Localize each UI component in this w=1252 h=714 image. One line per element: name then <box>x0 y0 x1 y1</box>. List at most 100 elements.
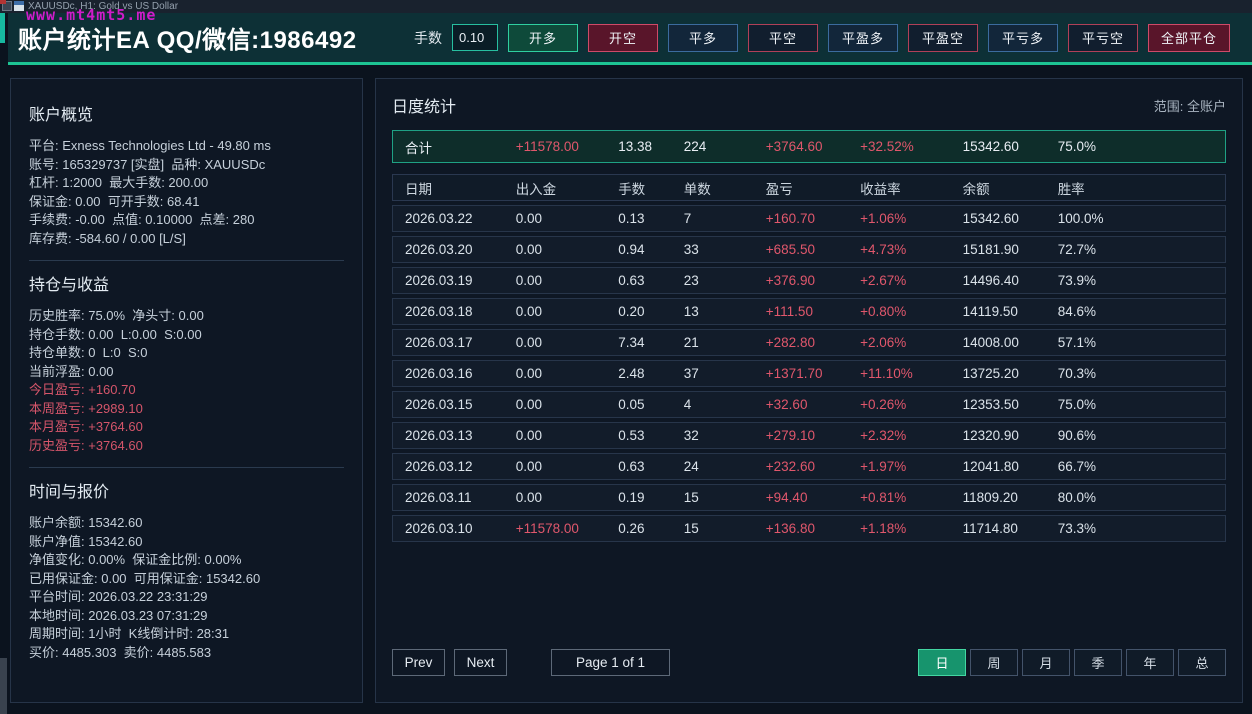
table-cell: 15181.90 <box>963 242 1058 257</box>
chart-edge-artifact <box>0 0 6 4</box>
prev-page-button[interactable]: Prev <box>392 649 445 676</box>
table-row[interactable]: 2026.03.150.000.054+32.60+0.26%12353.507… <box>392 391 1226 418</box>
close-loss-short-button[interactable]: 平亏空 <box>1068 24 1138 52</box>
table-cell: 0.20 <box>618 304 684 319</box>
table-cell: 0.00 <box>516 490 619 505</box>
info-line: 杠杆: 1:2000 最大手数: 200.00 <box>29 174 344 193</box>
table-row[interactable]: 2026.03.120.000.6324+232.60+1.97%12041.8… <box>392 453 1226 480</box>
table-row[interactable]: 2026.03.190.000.6323+376.90+2.67%14496.4… <box>392 267 1226 294</box>
lots-input[interactable] <box>452 24 498 51</box>
column-header: 手数 <box>618 178 684 198</box>
table-cell: 0.00 <box>516 242 619 257</box>
divider <box>29 467 344 468</box>
info-line: 手续费: -0.00 点值: 0.10000 点差: 280 <box>29 211 344 230</box>
table-cell: 7 <box>684 211 766 226</box>
close-long-button[interactable]: 平多 <box>668 24 738 52</box>
next-page-button[interactable]: Next <box>454 649 507 676</box>
table-cell: 0.00 <box>516 459 619 474</box>
table-cell: 2026.03.18 <box>405 304 516 319</box>
table-cell: 11714.80 <box>963 521 1058 536</box>
table-cell: 0.00 <box>516 211 619 226</box>
tab-week[interactable]: 周 <box>970 649 1018 676</box>
summary-cell: 13.38 <box>618 139 684 154</box>
close-loss-long-button[interactable]: 平亏多 <box>988 24 1058 52</box>
time-quote-lines: 账户余额: 15342.60账户净值: 15342.60净值变化: 0.00% … <box>29 514 344 662</box>
table-cell: +160.70 <box>766 211 860 226</box>
daily-stats-header: 日度统计 范围: 全账户 <box>392 93 1226 117</box>
table-row[interactable]: 2026.03.130.000.5332+279.10+2.32%12320.9… <box>392 422 1226 449</box>
table-cell: 2026.03.11 <box>405 490 516 505</box>
info-line: 平台时间: 2026.03.22 23:31:29 <box>29 588 344 607</box>
close-short-button[interactable]: 平空 <box>748 24 818 52</box>
period-tabs-group: 日周月季年总 <box>918 649 1226 676</box>
tab-year[interactable]: 年 <box>1126 649 1174 676</box>
positions-lines: 历史胜率: 75.0% 净头寸: 0.00持仓手数: 0.00 L:0.00 S… <box>29 307 344 381</box>
tab-day[interactable]: 日 <box>918 649 966 676</box>
column-header: 收益率 <box>860 178 963 198</box>
table-cell: 0.53 <box>618 428 684 443</box>
table-row[interactable]: 2026.03.200.000.9433+685.50+4.73%15181.9… <box>392 236 1226 263</box>
chart-candle-artifact <box>0 13 5 43</box>
pnl-line: 历史盈亏: +3764.60 <box>29 437 344 456</box>
table-cell: +1371.70 <box>766 366 860 381</box>
table-cell: 14496.40 <box>963 273 1058 288</box>
table-cell: 0.19 <box>618 490 684 505</box>
summary-cell: 15342.60 <box>963 139 1058 154</box>
table-cell: +111.50 <box>766 304 860 319</box>
table-row[interactable]: 2026.03.10+11578.000.2615+136.80+1.18%11… <box>392 515 1226 542</box>
pnl-lines: 今日盈亏: +160.70本周盈亏: +2989.10本月盈亏: +3764.6… <box>29 381 344 455</box>
table-row[interactable]: 2026.03.160.002.4837+1371.70+11.10%13725… <box>392 360 1226 387</box>
table-cell: 0.05 <box>618 397 684 412</box>
daily-stats-panel: 日度统计 范围: 全账户 合计 +11578.00 13.38224+3764.60… <box>375 78 1243 703</box>
table-cell: 32 <box>684 428 766 443</box>
lots-label: 手数 <box>414 28 442 48</box>
open-short-button[interactable]: 开空 <box>588 24 658 52</box>
table-row[interactable]: 2026.03.170.007.3421+282.80+2.06%14008.0… <box>392 329 1226 356</box>
watermark-url: www.mt4mt5.me <box>26 6 156 24</box>
table-row[interactable]: 2026.03.180.000.2013+111.50+0.80%14119.5… <box>392 298 1226 325</box>
table-cell: 37 <box>684 366 766 381</box>
table-row[interactable]: 2026.03.110.000.1915+94.40+0.81%11809.20… <box>392 484 1226 511</box>
table-cell: +282.80 <box>766 335 860 350</box>
section-title-positions: 持仓与收益 <box>29 271 344 295</box>
summary-cell: +3764.60 <box>766 139 860 154</box>
table-cell: 73.9% <box>1058 273 1225 288</box>
table-cell: 0.00 <box>516 397 619 412</box>
table-cell: +2.32% <box>860 428 963 443</box>
summary-cell: 合计 <box>405 137 516 157</box>
overview-lines: 平台: Exness Technologies Ltd - 49.80 ms账号… <box>29 137 344 248</box>
table-cell: +0.81% <box>860 490 963 505</box>
table-cell: 12353.50 <box>963 397 1058 412</box>
pnl-line: 本周盈亏: +2989.10 <box>29 400 344 419</box>
open-long-button[interactable]: 开多 <box>508 24 578 52</box>
info-line: 平台: Exness Technologies Ltd - 49.80 ms <box>29 137 344 156</box>
table-row[interactable]: 2026.03.220.000.137+160.70+1.06%15342.60… <box>392 205 1226 232</box>
table-cell: +232.60 <box>766 459 860 474</box>
table-cell: 2026.03.15 <box>405 397 516 412</box>
table-cell: +1.18% <box>860 521 963 536</box>
info-line: 持仓单数: 0 L:0 S:0 <box>29 344 344 363</box>
summary-cell: 75.0% <box>1058 139 1225 154</box>
table-header-row: 日期出入金手数单数盈亏收益率余额胜率 <box>392 174 1226 201</box>
table-cell: +685.50 <box>766 242 860 257</box>
page-indicator-button[interactable]: Page 1 of 1 <box>551 649 670 676</box>
table-cell: +32.60 <box>766 397 860 412</box>
tab-month[interactable]: 月 <box>1022 649 1070 676</box>
table-cell: +11.10% <box>860 366 963 381</box>
tab-quarter[interactable]: 季 <box>1074 649 1122 676</box>
table-cell: 12320.90 <box>963 428 1058 443</box>
table-cell: 4 <box>684 397 766 412</box>
close-profit-long-button[interactable]: 平盈多 <box>828 24 898 52</box>
close-profit-short-button[interactable]: 平盈空 <box>908 24 978 52</box>
table-cell: 2026.03.20 <box>405 242 516 257</box>
table-cell: 0.94 <box>618 242 684 257</box>
close-all-button[interactable]: 全部平仓 <box>1148 24 1230 52</box>
table-cell: +11578.00 <box>516 521 619 536</box>
info-line: 净值变化: 0.00% 保证金比例: 0.00% <box>29 551 344 570</box>
tab-total[interactable]: 总 <box>1178 649 1226 676</box>
table-cell: +0.80% <box>860 304 963 319</box>
table-cell: 15342.60 <box>963 211 1058 226</box>
ea-title: 账户统计EA QQ/微信:1986492 <box>18 20 357 55</box>
summary-cell: 224 <box>684 139 766 154</box>
table-cell: 0.00 <box>516 366 619 381</box>
